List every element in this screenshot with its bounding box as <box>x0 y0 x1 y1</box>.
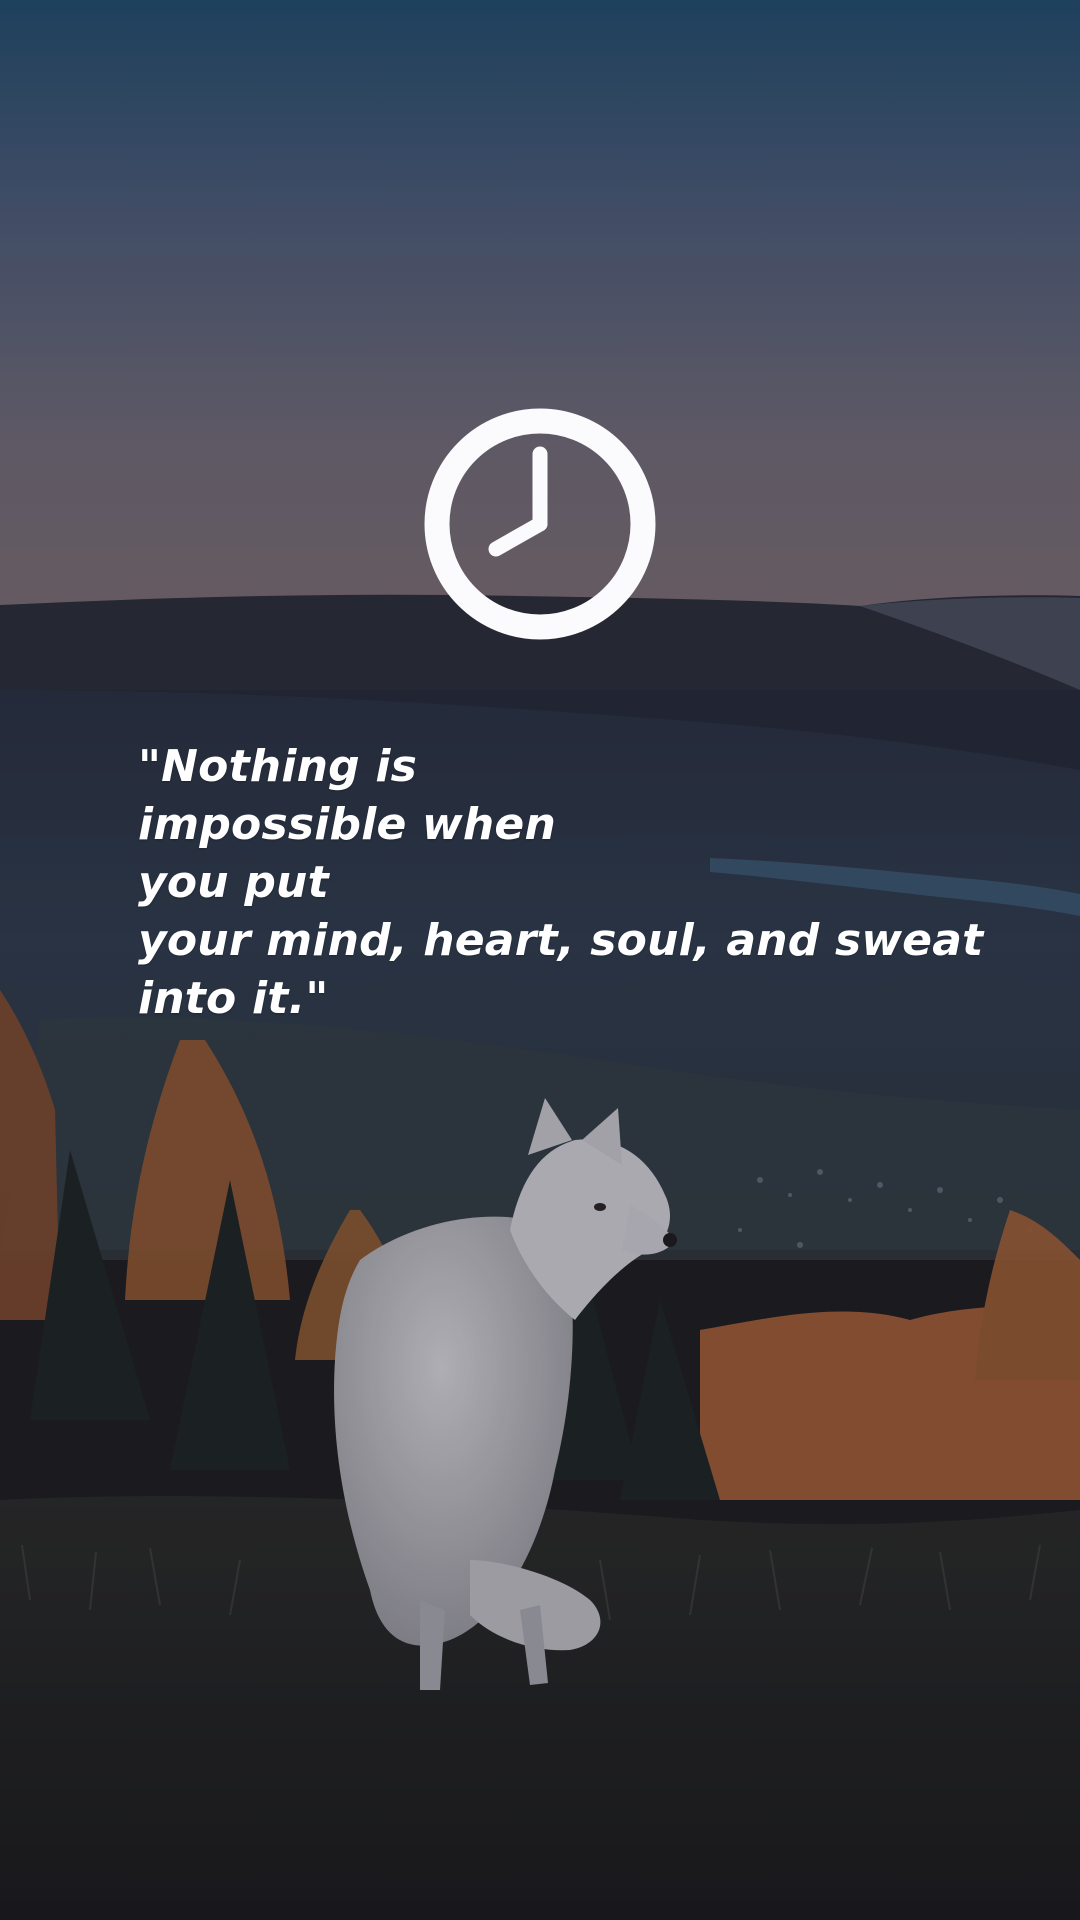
lock-screen: "Nothing is impossible when you put your… <box>0 0 1080 1920</box>
motivational-quote: "Nothing is impossible when you put your… <box>138 741 984 1024</box>
clock-icon <box>424 408 656 640</box>
